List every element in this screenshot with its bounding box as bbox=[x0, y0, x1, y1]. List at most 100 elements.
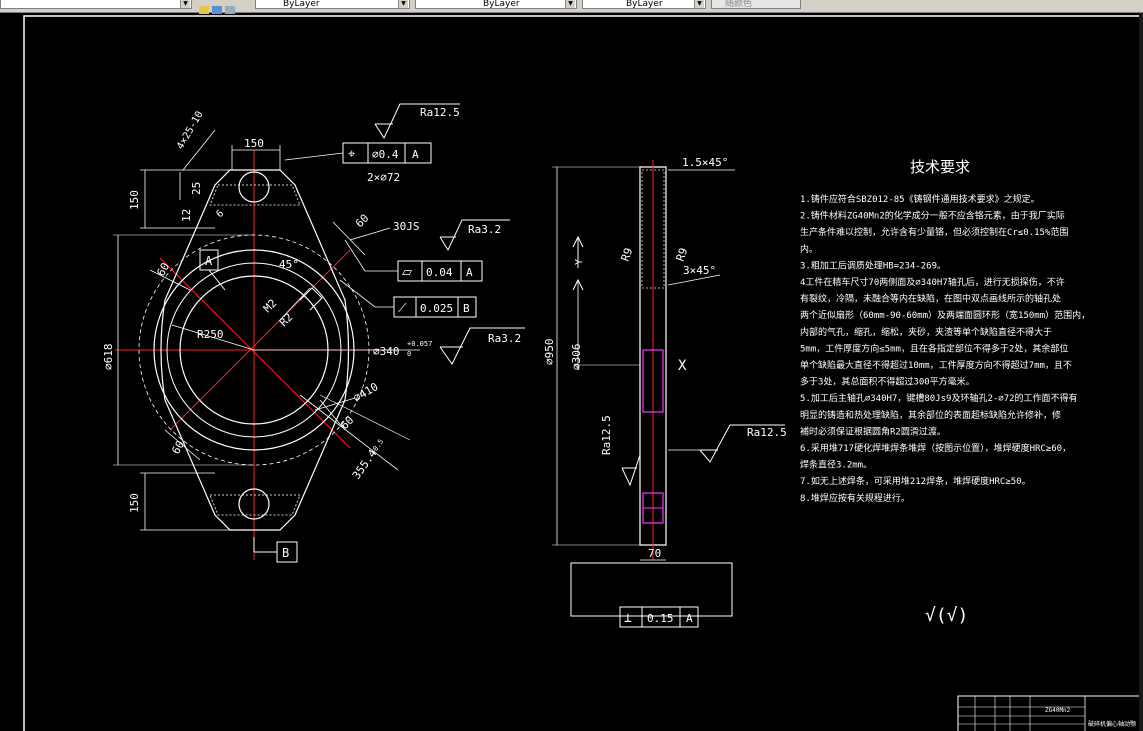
tech-req-line: 2.铸件材料ZG40Mn2的化学成分一般不应含铬元素，由于我厂实际 bbox=[800, 210, 1065, 222]
linetype-dropdown[interactable]: ByLayer ▼ bbox=[415, 0, 577, 9]
dim-r9-right: R9 bbox=[674, 246, 691, 263]
datum-b-box[interactable]: B bbox=[253, 537, 298, 563]
gtol-flat-datum: A bbox=[466, 266, 473, 279]
gtol-perp2-value: 0.15 bbox=[647, 612, 674, 625]
dim-355-tol: +0.5 bbox=[369, 438, 385, 456]
dim-2x-phi72: 2×⌀72 bbox=[367, 171, 400, 184]
rough-ra125-right: Ra12.5 bbox=[747, 426, 787, 439]
dim-6: 6 bbox=[214, 208, 226, 220]
chevron-down-icon[interactable]: ▼ bbox=[180, 0, 190, 8]
tech-req-line: 5mm，工件厚度方向≤5mm，且在各指定部位不得多于2处，其余部位 bbox=[800, 342, 1068, 354]
tech-req-line: 两个近似扇形（60mm-90-60mm）及两端面圆环形（宽150mm）范围内， bbox=[800, 309, 1090, 321]
hatched-bottom bbox=[209, 494, 301, 516]
tech-req-line: 内。 bbox=[800, 243, 818, 255]
tech-req-line: 单个缺陷最大直径不得超过10mm，工件厚度方向不得超过7mm，且不 bbox=[800, 359, 1072, 371]
tech-req-line: 3.粗加工后调质处理HB=234-269。 bbox=[800, 259, 946, 271]
rough-ra125-left: Ra12.5 bbox=[600, 415, 613, 455]
dim-45deg: 45° bbox=[279, 258, 299, 271]
dim-60-bottom-right: 60 bbox=[338, 414, 357, 433]
layer-tools-icon[interactable] bbox=[197, 0, 241, 14]
lineweight-dropdown-value: ByLayer bbox=[626, 0, 663, 9]
leader-position bbox=[284, 152, 344, 161]
chevron-down-icon[interactable]: ▼ bbox=[565, 0, 575, 8]
technical-requirements: 技术要求 1.铸件应符合SBZ012-85《铸钢件通用技术要求》之规定。 2.铸件… bbox=[800, 158, 1090, 626]
chevron-down-icon[interactable]: ▼ bbox=[398, 0, 408, 8]
centerline-diag-1 bbox=[159, 257, 351, 449]
dim-phi340: ⌀340 bbox=[373, 345, 400, 358]
dim-phi306: ⌀306 bbox=[570, 344, 583, 371]
cad-drawing-canvas[interactable]: 150 4×25-10 ⌖ ⌀0.4 A 2×⌀72 Ra12.5 150 25… bbox=[0, 13, 1143, 731]
linetype-dropdown-value: ByLayer bbox=[483, 0, 520, 9]
datum-b-label: B bbox=[282, 546, 289, 560]
tech-req-title: 技术要求 bbox=[910, 158, 970, 176]
rough-general: √(√) bbox=[925, 605, 968, 626]
dim-70: 70 bbox=[648, 547, 661, 560]
dim-r9-left: R9 bbox=[619, 246, 636, 263]
gtol-perp-value: 0.025 bbox=[420, 302, 453, 315]
color-dropdown[interactable]: ByLayer ▼ bbox=[255, 0, 410, 9]
gtol-position-symbol: ⌖ bbox=[348, 147, 356, 162]
mark-x: X bbox=[678, 358, 687, 374]
gtol-flat-value: 0.04 bbox=[426, 266, 453, 279]
title-block-name: 破碎机偏心轴动颚 bbox=[1088, 720, 1136, 728]
vertical-scrollbar[interactable] bbox=[1139, 13, 1143, 731]
gtol-position-frame[interactable]: ⌖ ⌀0.4 A bbox=[342, 142, 432, 164]
tech-req-line: 6.采用堆717硬化焊堆焊条堆焊（按图示位置），堆焊硬度HRC≥60， bbox=[800, 442, 1071, 454]
dim-phi340-tol: +0.057 bbox=[407, 340, 432, 348]
side-view[interactable]: 1.5×45° R9 R9 3×45° ⌀950 Y ⌀306 X Ra12.5 bbox=[543, 156, 787, 628]
dim-30js: 30JS bbox=[393, 220, 420, 233]
dim-line-355 bbox=[299, 394, 399, 471]
dim-phi950: ⌀950 bbox=[543, 339, 556, 366]
dim-chamfer-top: 1.5×45° bbox=[682, 156, 728, 169]
roughness-symbol-side-left bbox=[621, 454, 641, 487]
rough-ra32-lower: Ra3.2 bbox=[488, 332, 521, 345]
rough-ra32-upper: Ra3.2 bbox=[468, 223, 501, 236]
gtol-perp-frame[interactable]: ⟋ 0.025 B bbox=[393, 296, 477, 318]
color-dropdown-value: ByLayer bbox=[283, 0, 320, 9]
dim-phi618: ⌀618 bbox=[102, 344, 115, 371]
gtol-perp-symbol: ⟋ bbox=[398, 301, 407, 315]
tech-req-line: 明显的铸造和热处理缺陷，其余部位的表面超标缺陷允许修补，修 bbox=[800, 409, 1061, 421]
chevron-down-icon[interactable]: ▼ bbox=[694, 0, 704, 8]
properties-toolbar: ▼ ByLayer ▼ ByLayer ▼ ByLayer ▼ 随颜色 bbox=[0, 0, 1143, 14]
gtol-flatness-frame[interactable]: ⏥ 0.04 A bbox=[397, 260, 483, 282]
title-block: ZG40Mn2 破碎机偏心轴动颚 bbox=[957, 695, 1143, 731]
gtol-perp2-frame[interactable]: ⊥ 0.15 A bbox=[619, 606, 699, 628]
prev-dropdown[interactable]: ▼ bbox=[0, 0, 192, 9]
rough-top: Ra12.5 bbox=[420, 106, 460, 119]
dim-chamfer-mid: 3×45° bbox=[683, 264, 716, 277]
dim-150-top: 150 bbox=[244, 137, 264, 150]
tech-req-line: 1.铸件应符合SBZ012-85《铸钢件通用技术要求》之规定。 bbox=[800, 193, 1040, 205]
tech-req-line: 8.堆焊应按有关规程进行。 bbox=[800, 492, 910, 504]
dim-r250: R250 bbox=[197, 328, 224, 341]
gtol-perp-datum: B bbox=[463, 302, 470, 315]
plotstyle-dropdown[interactable]: 随颜色 bbox=[711, 0, 801, 9]
tech-req-line: 7.如无上述焊条，可采用堆212焊条，堆焊硬度HRC≥50。 bbox=[800, 475, 1031, 487]
tech-req-line: 有裂纹，冷隔，未融合等内在缺陷，在图中双点画线所示的轴孔处 bbox=[800, 293, 1061, 305]
gtol-position-datum: A bbox=[412, 148, 419, 161]
dim-12: 12 bbox=[180, 209, 193, 222]
side-base-block bbox=[570, 562, 733, 617]
datum-a-label: A bbox=[205, 254, 213, 268]
tech-req-line: 5.加工后主轴孔⌀340H7，键槽80Js9及环轴孔2-⌀72的工作面不得有 bbox=[800, 392, 1078, 404]
leader-flatness bbox=[344, 239, 398, 272]
plotstyle-dropdown-value: 随颜色 bbox=[725, 0, 753, 9]
dim-m2: M2 bbox=[261, 297, 280, 316]
dim-60-left: 60 bbox=[154, 261, 172, 279]
dim-150-left-bottom: 150 bbox=[128, 493, 141, 513]
dim-phi410: ⌀410 bbox=[351, 380, 380, 405]
gtol-perp2-datum: A bbox=[686, 612, 693, 625]
tech-req-line: 焊条直径3.2mm。 bbox=[800, 459, 872, 471]
tech-req-line: 多于3处，其总面积不得超过300平方毫米。 bbox=[800, 376, 975, 388]
dim-60-diag: 60 bbox=[353, 212, 372, 231]
lineweight-dropdown[interactable]: ByLayer ▼ bbox=[582, 0, 706, 9]
dim-line-60-bottom-left bbox=[164, 429, 201, 461]
leader-30js bbox=[349, 227, 391, 241]
tech-req-line: 補时必须保证根据圆角R2圆滑过渡。 bbox=[800, 425, 946, 437]
tech-req-line: 内部的气孔，缩孔，缩松，夹砂，夹渣等单个缺陷直径不得大于 bbox=[800, 326, 1052, 338]
dim-phi340-tol2: 0 bbox=[407, 350, 411, 358]
tech-req-line: 生产条件难以控制，允许含有少量铬，但必须控制在Cr≤0.15%范围 bbox=[800, 226, 1068, 238]
front-view[interactable]: 150 4×25-10 ⌖ ⌀0.4 A 2×⌀72 Ra12.5 150 25… bbox=[102, 103, 525, 563]
gtol-flat-symbol: ⏥ bbox=[402, 265, 412, 280]
tech-req-lines: 1.铸件应符合SBZ012-85《铸钢件通用技术要求》之规定。 2.铸件材料ZG4… bbox=[800, 193, 1090, 504]
